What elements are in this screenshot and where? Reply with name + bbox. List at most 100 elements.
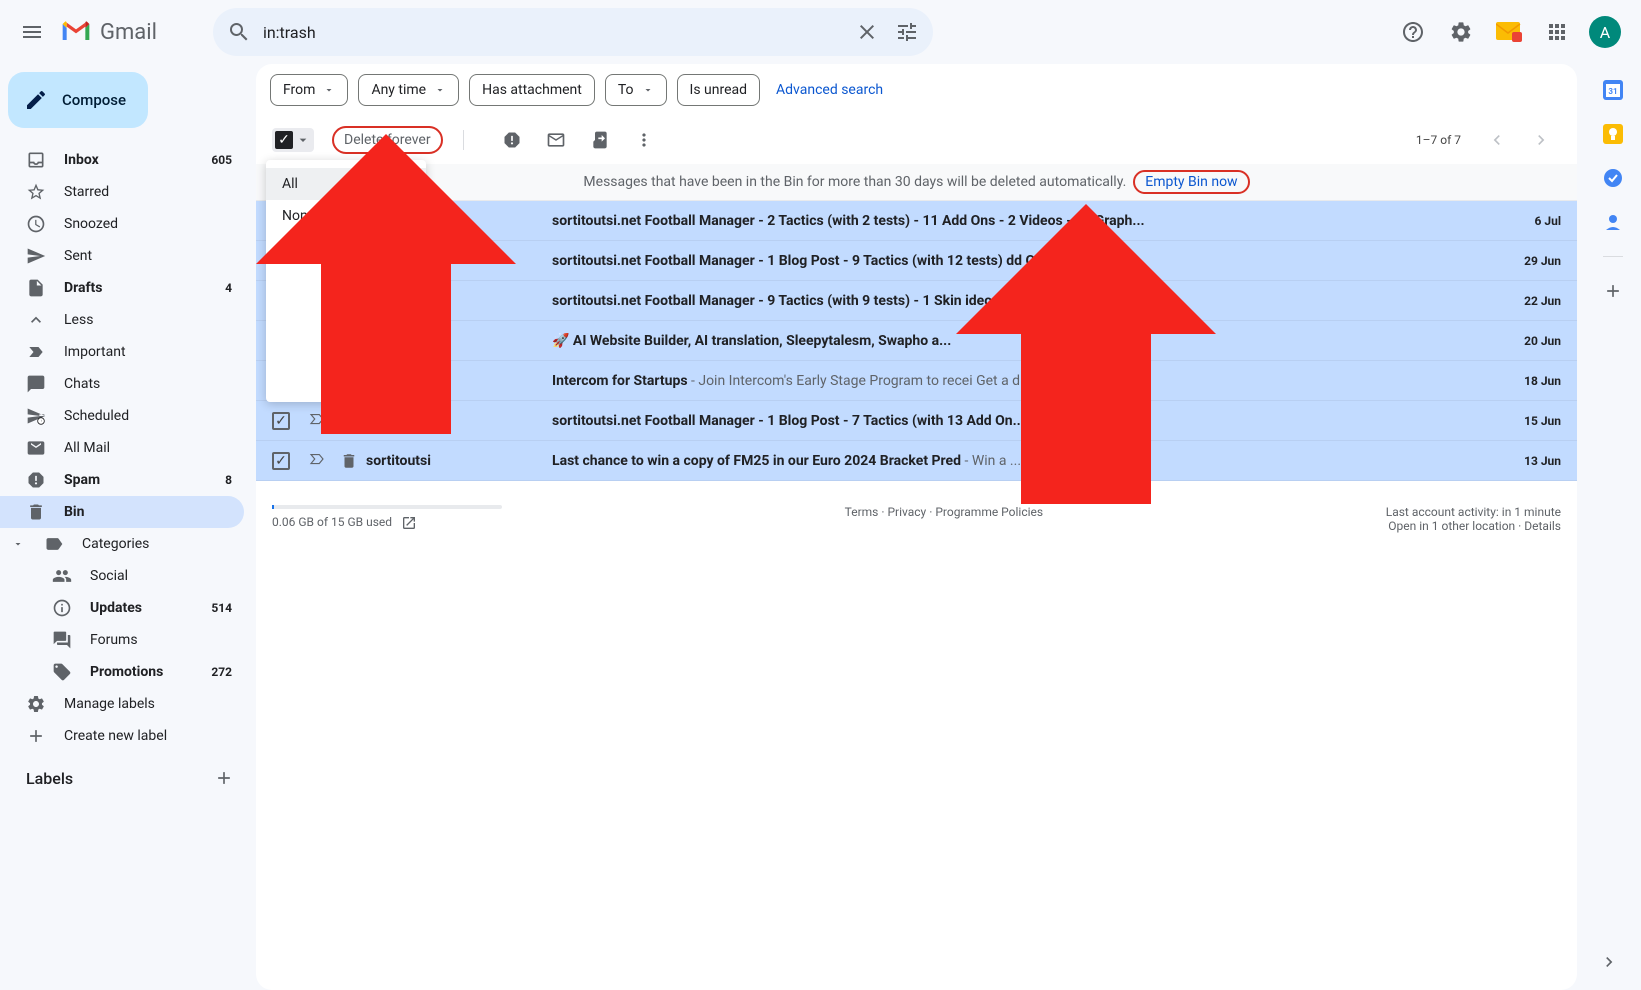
apps-button[interactable] xyxy=(1537,12,1577,52)
importance-marker[interactable] xyxy=(308,450,326,472)
email-date: 20 Jun xyxy=(1501,334,1561,348)
calendar-app[interactable]: 31 xyxy=(1603,80,1623,100)
sidebar-category-forums[interactable]: Forums xyxy=(0,624,244,656)
filter-attachment[interactable]: Has attachment xyxy=(469,74,595,106)
sidebar-item-sent[interactable]: Sent xyxy=(0,240,244,272)
open-location-link[interactable]: Open in 1 other location xyxy=(1388,519,1515,533)
chevron-left-icon xyxy=(1487,130,1507,150)
sidebar-item-important[interactable]: Important xyxy=(0,336,244,368)
email-row[interactable]: 🚀 AI Website Builder, AI translation, Sl… xyxy=(256,321,1577,361)
search-input[interactable] xyxy=(259,23,847,42)
chevron-down-icon xyxy=(12,538,24,550)
hamburger-icon xyxy=(20,20,44,44)
search-options-button[interactable] xyxy=(887,12,927,52)
mail-icon xyxy=(1496,22,1522,42)
search-button[interactable] xyxy=(219,12,259,52)
more-vert-icon xyxy=(634,130,654,150)
compose-button[interactable]: Compose xyxy=(8,72,148,128)
terms-link[interactable]: Terms xyxy=(845,505,879,519)
email-row[interactable]: sortitoutsisortitoutsi.net Football Mana… xyxy=(256,401,1577,441)
sidebar-category-social[interactable]: Social xyxy=(0,560,244,592)
collapse-panel-button[interactable] xyxy=(1593,946,1625,978)
email-row[interactable]: Intercom for Startups - Join Intercom's … xyxy=(256,361,1577,401)
email-date: 29 Jun xyxy=(1501,254,1561,268)
page-count: 1–7 of 7 xyxy=(1416,133,1461,147)
allmail-icon xyxy=(26,438,46,458)
policies-link[interactable]: Programme Policies xyxy=(935,505,1043,519)
spam-icon xyxy=(26,470,46,490)
account-avatar[interactable]: A xyxy=(1589,16,1621,48)
support-button[interactable] xyxy=(1393,12,1433,52)
chevron-down-icon xyxy=(434,84,446,96)
sidebar-item-chats[interactable]: Chats xyxy=(0,368,244,400)
add-addon-button[interactable] xyxy=(1603,281,1623,301)
tasks-app[interactable] xyxy=(1603,168,1623,188)
sidebar-category-promotions[interactable]: Promotions272 xyxy=(0,656,244,688)
advanced-search-link[interactable]: Advanced search xyxy=(776,82,883,98)
filter-from[interactable]: From xyxy=(270,74,348,106)
select-read-option[interactable]: Read xyxy=(266,232,426,264)
sidebar-item-categories[interactable]: Categories xyxy=(0,528,244,560)
clock-icon xyxy=(26,214,46,234)
close-icon xyxy=(855,20,879,44)
email-row[interactable]: sortitoutsiLast chance to win a copy of … xyxy=(256,441,1577,481)
delete-forever-button[interactable]: Delete forever xyxy=(332,126,443,154)
updates-icon xyxy=(52,598,72,618)
sidebar-category-updates[interactable]: Updates514 xyxy=(0,592,244,624)
main-panel: From Any time Has attachment To Is unrea… xyxy=(256,64,1577,990)
sidebar-item-all-mail[interactable]: All Mail xyxy=(0,432,244,464)
offline-mail-button[interactable] xyxy=(1489,12,1529,52)
email-checkbox[interactable] xyxy=(272,412,290,430)
filter-unread[interactable]: Is unread xyxy=(677,74,761,106)
sidebar-item-starred[interactable]: Starred xyxy=(0,176,244,208)
next-page-button[interactable] xyxy=(1521,120,1561,160)
gmail-logo[interactable]: Gmail xyxy=(60,16,187,48)
report-spam-button[interactable] xyxy=(492,120,532,160)
sidebar-item-spam[interactable]: Spam8 xyxy=(0,464,244,496)
move-to-button[interactable] xyxy=(580,120,620,160)
email-row[interactable]: sortitoutsi.net Football Manager - 2 Tac… xyxy=(256,201,1577,241)
contacts-app[interactable] xyxy=(1603,212,1623,232)
sidebar-item-drafts[interactable]: Drafts4 xyxy=(0,272,244,304)
bin-notice: Messages that have been in the Bin for m… xyxy=(256,164,1577,201)
create-label[interactable]: Create new label xyxy=(0,720,244,752)
select-none-option[interactable]: None xyxy=(266,200,426,232)
important-icon xyxy=(26,342,46,362)
sidebar-item-bin[interactable]: Bin xyxy=(0,496,244,528)
empty-bin-button[interactable]: Empty Bin now xyxy=(1133,170,1249,194)
plus-icon[interactable] xyxy=(214,768,234,788)
main-menu-button[interactable] xyxy=(8,8,56,56)
settings-button[interactable] xyxy=(1441,12,1481,52)
draft-icon xyxy=(26,278,46,298)
keep-app[interactable] xyxy=(1603,124,1623,144)
manage-labels[interactable]: Manage labels xyxy=(0,688,244,720)
open-external-icon[interactable] xyxy=(401,515,417,531)
trash-icon xyxy=(340,412,358,430)
email-subject: sortitoutsi.net Football Manager - 1 Blo… xyxy=(552,413,1489,429)
clear-search-button[interactable] xyxy=(847,12,887,52)
pencil-icon xyxy=(24,88,48,112)
filter-to[interactable]: To xyxy=(605,74,667,106)
search-icon xyxy=(227,20,251,44)
sidebar-item-scheduled[interactable]: Scheduled xyxy=(0,400,244,432)
sidebar-item-inbox[interactable]: Inbox605 xyxy=(0,144,244,176)
email-row[interactable]: sortitoutsi.net Football Manager - 9 Tac… xyxy=(256,281,1577,321)
mark-unread-button[interactable] xyxy=(536,120,576,160)
filter-anytime[interactable]: Any time xyxy=(358,74,459,106)
prev-page-button[interactable] xyxy=(1477,120,1517,160)
email-row[interactable]: sortitoutsi.net Football Manager - 1 Blo… xyxy=(256,241,1577,281)
email-subject: sortitoutsi.net Football Manager - 2 Tac… xyxy=(552,213,1489,229)
details-link[interactable]: Details xyxy=(1524,519,1561,533)
importance-marker[interactable] xyxy=(308,410,326,432)
sidebar-item-less[interactable]: Less xyxy=(0,304,244,336)
chevron-right-icon xyxy=(1599,952,1619,972)
app-name: Gmail xyxy=(100,20,157,45)
select-all-option[interactable]: All xyxy=(266,168,426,200)
svg-text:31: 31 xyxy=(1608,87,1617,96)
more-button[interactable] xyxy=(624,120,664,160)
email-date: 18 Jun xyxy=(1501,374,1561,388)
select-all-checkbox[interactable]: ✓ xyxy=(272,128,314,152)
privacy-link[interactable]: Privacy xyxy=(887,505,926,519)
email-checkbox[interactable] xyxy=(272,452,290,470)
sidebar-item-snoozed[interactable]: Snoozed xyxy=(0,208,244,240)
